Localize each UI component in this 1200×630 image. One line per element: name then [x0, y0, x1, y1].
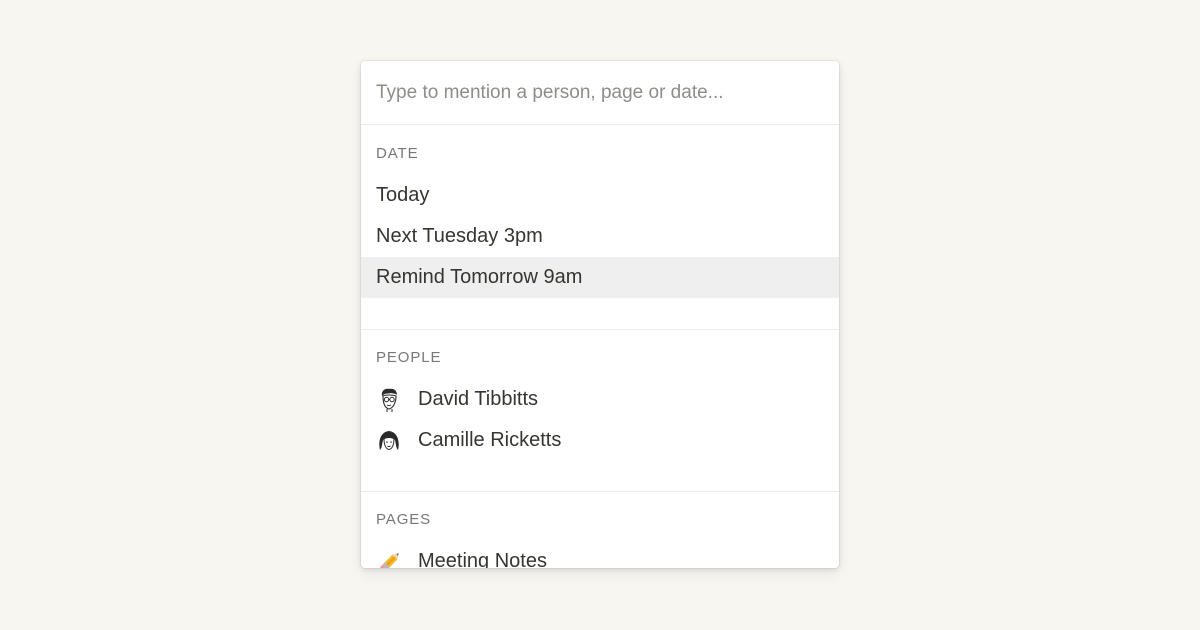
people-section: PEOPLE David Tibbitts Camille Ricketts	[361, 343, 839, 492]
avatar-icon	[376, 387, 402, 413]
avatar-icon	[376, 428, 402, 454]
page-item-meeting-notes[interactable]: Meeting Notes	[361, 541, 839, 568]
person-item-label: David Tibbitts	[418, 388, 539, 410]
person-item-david-tibbitts[interactable]: David Tibbitts	[361, 379, 839, 420]
date-section-header: DATE	[376, 145, 419, 162]
date-item-today[interactable]: Today	[361, 175, 839, 216]
date-item-label: Today	[376, 184, 430, 206]
pencil-icon	[376, 548, 404, 568]
people-section-header: PEOPLE	[376, 349, 442, 366]
person-item-camille-ricketts[interactable]: Camille Ricketts	[361, 420, 839, 461]
pages-section-header: PAGES	[376, 511, 432, 528]
date-item-next-tuesday[interactable]: Next Tuesday 3pm	[361, 216, 839, 257]
person-item-label: Camille Ricketts	[418, 429, 562, 451]
date-section: DATE Today Next Tuesday 3pm Remind Tomor…	[361, 139, 839, 330]
date-item-label: Next Tuesday 3pm	[376, 225, 543, 247]
mention-search-input[interactable]	[376, 81, 824, 104]
search-bar	[361, 61, 839, 125]
mention-menu: DATE Today Next Tuesday 3pm Remind Tomor…	[361, 61, 839, 568]
date-item-label: Remind Tomorrow 9am	[376, 266, 583, 288]
date-item-remind-tomorrow[interactable]: Remind Tomorrow 9am	[361, 257, 839, 298]
pages-section: PAGES Meeting Notes	[361, 505, 839, 568]
page-item-label: Meeting Notes	[418, 550, 547, 568]
